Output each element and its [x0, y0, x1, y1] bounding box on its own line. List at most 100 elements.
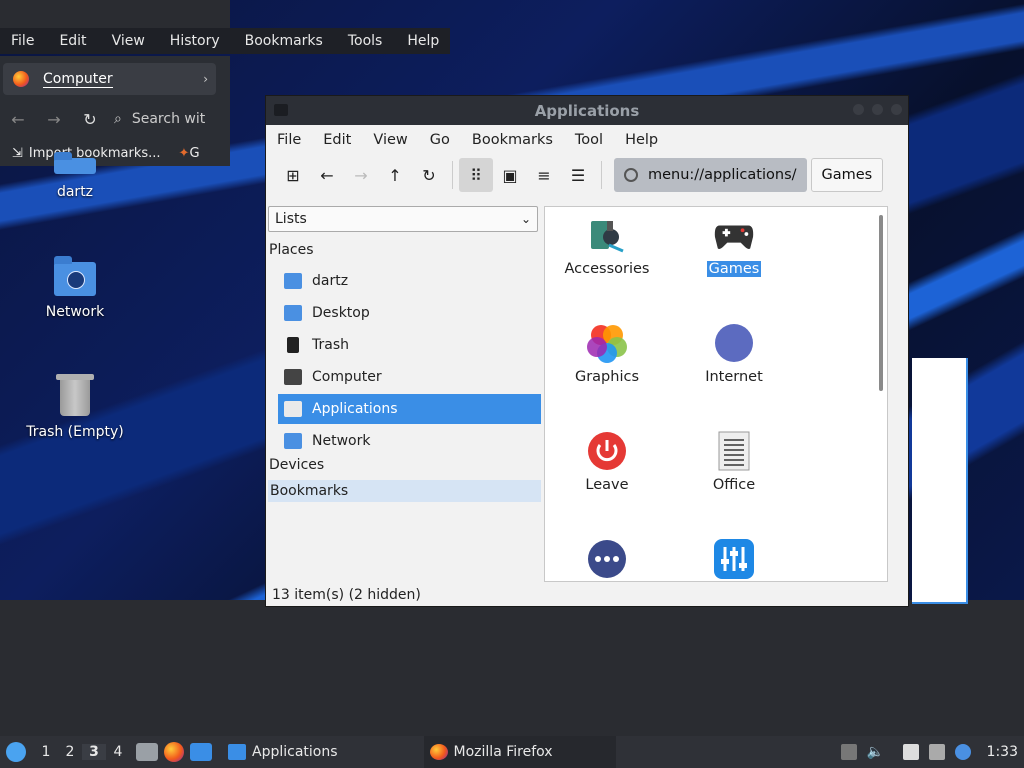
search-field[interactable]: ⌕ Search wit: [114, 111, 205, 127]
desktop-folder-icon: [284, 305, 302, 321]
workspace-3[interactable]: 3: [82, 744, 106, 760]
home-folder-icon: [54, 152, 96, 174]
app-label: Graphics: [574, 369, 640, 385]
file-view[interactable]: Accessories Games Graphics Internet Leav…: [544, 206, 888, 582]
app-label: Office: [712, 477, 756, 493]
task-applications[interactable]: Applications: [222, 736, 344, 768]
bookmarks-heading[interactable]: Bookmarks: [268, 480, 541, 502]
power-icon: [587, 431, 627, 471]
icon-view-icon[interactable]: ⠿: [459, 158, 493, 192]
firefox-launcher-icon[interactable]: [164, 742, 184, 762]
start-menu-icon[interactable]: [6, 742, 26, 762]
network-folder-icon: [54, 256, 96, 296]
detailed-list-icon[interactable]: ☰: [561, 158, 595, 192]
ff-menu-file[interactable]: File: [11, 33, 34, 49]
app-games[interactable]: Games: [674, 215, 794, 277]
place-label: Computer: [312, 369, 382, 385]
updates-icon[interactable]: [954, 744, 971, 760]
menu-view[interactable]: View: [373, 132, 407, 148]
app-settings[interactable]: [674, 539, 794, 581]
side-pane-mode-label: Lists: [275, 211, 307, 227]
file-manager-window: Applications File Edit View Go Bookmarks…: [265, 95, 909, 607]
ff-menu-bookmarks[interactable]: Bookmarks: [245, 33, 323, 49]
app-internet[interactable]: Internet: [674, 323, 794, 385]
location-path: menu://applications/: [648, 167, 797, 183]
ff-menu-tools[interactable]: Tools: [348, 33, 383, 49]
desktop-launcher-icon[interactable]: [190, 743, 212, 761]
window-titlebar[interactable]: Applications: [266, 96, 908, 125]
chevron-down-icon: ⌄: [520, 212, 531, 226]
thumbnail-view-icon[interactable]: ▣: [493, 158, 527, 192]
minimize-button[interactable]: [853, 104, 864, 115]
location-bar[interactable]: menu://applications/: [614, 158, 807, 192]
place-item-network[interactable]: Network: [278, 426, 541, 456]
background-window-fragment: [912, 358, 968, 604]
app-graphics[interactable]: Graphics: [547, 323, 667, 385]
workspace-1[interactable]: 1: [34, 744, 58, 760]
menu-file[interactable]: File: [277, 132, 301, 148]
trash-icon: [287, 337, 299, 353]
place-label: dartz: [312, 273, 349, 289]
desktop-shade: [0, 0, 230, 28]
app-leave[interactable]: Leave: [547, 431, 667, 493]
place-item-computer[interactable]: Computer: [278, 362, 541, 392]
network-folder-icon: [284, 433, 302, 449]
place-item-applications[interactable]: Applications: [278, 394, 541, 424]
up-arrow-icon[interactable]: ↑: [378, 158, 412, 192]
bookmark-item[interactable]: G: [189, 146, 199, 161]
graphics-icon: [587, 323, 627, 363]
breadcrumb-games[interactable]: Games: [810, 158, 884, 192]
place-item-desktop[interactable]: Desktop: [278, 298, 541, 328]
toolbar-separator: [452, 161, 453, 189]
reload-icon[interactable]: ↻: [72, 110, 108, 129]
app-more[interactable]: [547, 539, 667, 581]
app-label: Internet: [705, 369, 763, 385]
menu-tool[interactable]: Tool: [575, 132, 603, 148]
workspace-2[interactable]: 2: [58, 744, 82, 760]
vertical-scrollbar[interactable]: [879, 215, 883, 391]
menu-edit[interactable]: Edit: [323, 132, 351, 148]
file-manager-launcher-icon[interactable]: [136, 743, 158, 761]
reload-icon[interactable]: ↻: [412, 158, 446, 192]
app-accessories[interactable]: Accessories: [547, 215, 667, 277]
ff-menu-view[interactable]: View: [112, 33, 145, 49]
compact-view-icon[interactable]: ≡: [527, 158, 561, 192]
home-folder-icon: [284, 273, 302, 289]
menu-go[interactable]: Go: [430, 132, 450, 148]
task-label: Applications: [252, 744, 338, 760]
ff-menu-edit[interactable]: Edit: [59, 33, 86, 49]
search-placeholder: Search wit: [131, 111, 206, 127]
firefox-tab[interactable]: Computer ›: [3, 63, 216, 95]
menu-bookmarks[interactable]: Bookmarks: [472, 132, 553, 148]
menu-help[interactable]: Help: [625, 132, 658, 148]
maximize-button[interactable]: [872, 104, 883, 115]
trash-icon: [56, 374, 94, 416]
task-label: Mozilla Firefox: [453, 744, 553, 760]
desktop-icon-trash[interactable]: Trash (Empty): [20, 374, 130, 440]
workspace-4[interactable]: 4: [106, 744, 130, 760]
volume-icon[interactable]: 🔈: [867, 744, 884, 760]
back-arrow-icon[interactable]: ←: [310, 158, 344, 192]
tab-close-icon[interactable]: ›: [203, 72, 208, 86]
clock[interactable]: 1:33: [987, 744, 1018, 760]
back-arrow-icon[interactable]: ←: [0, 110, 36, 129]
app-office[interactable]: Office: [674, 431, 794, 493]
search-icon: ⌕: [114, 111, 122, 127]
desktop-icon-network[interactable]: Network: [20, 256, 130, 320]
ff-menu-help[interactable]: Help: [407, 33, 439, 49]
place-item-home[interactable]: dartz: [278, 266, 541, 296]
computer-icon: [284, 369, 302, 385]
removable-media-icon[interactable]: [840, 744, 857, 760]
desktop-icon-home[interactable]: dartz: [20, 152, 130, 200]
close-button[interactable]: [891, 104, 902, 115]
place-item-trash[interactable]: Trash: [278, 330, 541, 360]
network-icon[interactable]: [928, 744, 945, 760]
task-firefox[interactable]: Mozilla Firefox: [423, 736, 616, 768]
side-pane-mode-select[interactable]: Lists ⌄: [268, 206, 538, 232]
forward-arrow-icon[interactable]: →: [344, 158, 378, 192]
ff-menu-history[interactable]: History: [170, 33, 220, 49]
new-tab-icon[interactable]: ⊞: [276, 158, 310, 192]
clipboard-icon[interactable]: [902, 744, 919, 760]
forward-arrow-icon[interactable]: →: [36, 110, 72, 129]
taskbar: 1 2 3 4 Applications Mozilla Firefox 🔈 1…: [0, 736, 1024, 768]
